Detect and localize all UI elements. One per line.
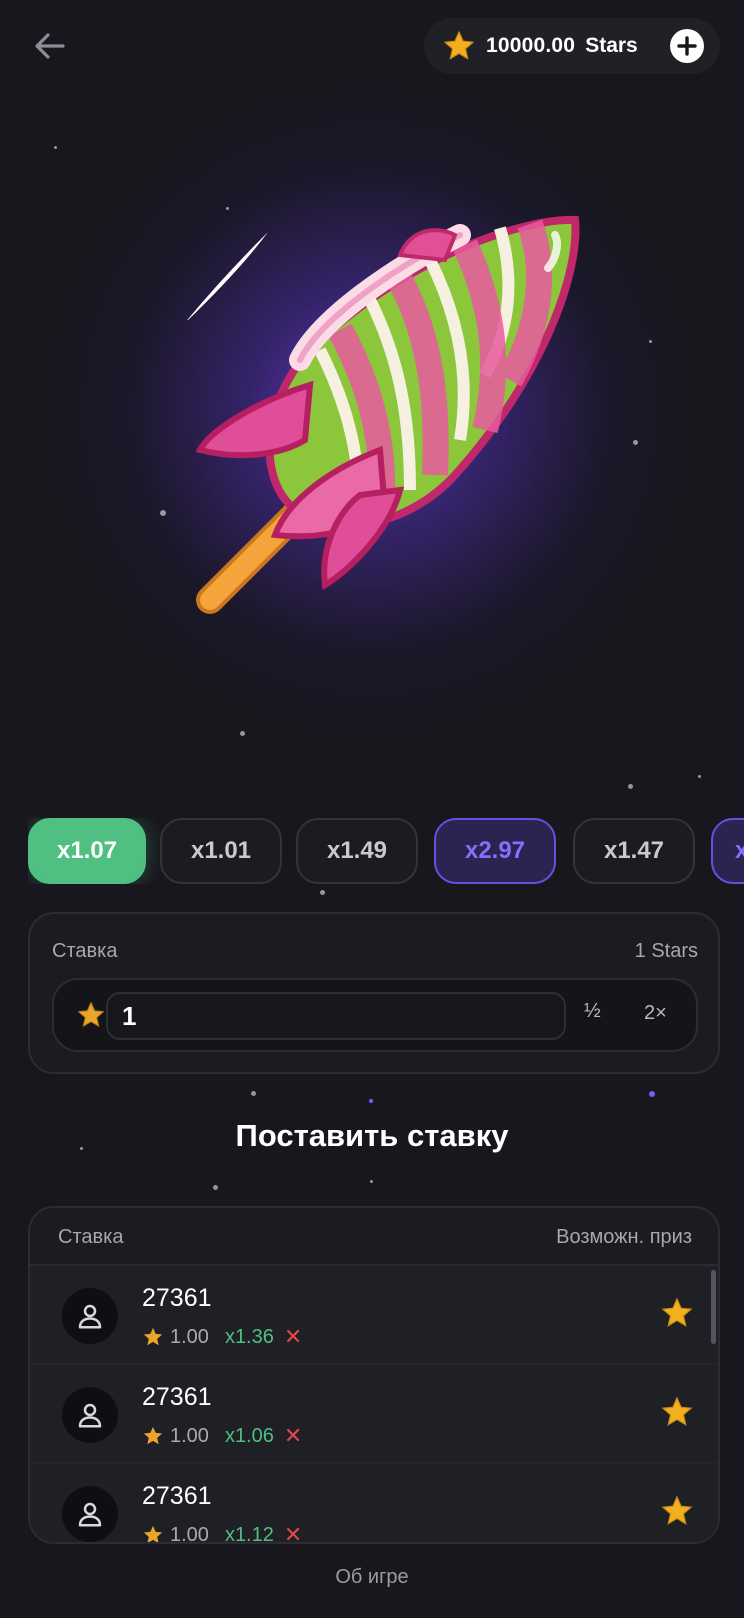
lost-icon: ✕: [283, 1423, 303, 1448]
star-icon: [143, 1327, 163, 1346]
multiplier-chip[interactable]: x2.97: [434, 818, 556, 884]
multiplier-chip[interactable]: x1.07: [28, 818, 146, 884]
plus-icon: [677, 36, 697, 56]
row-meta: 1.00 x1.12 ✕: [142, 1522, 303, 1544]
bets-table: Ставка Возможн. приз 27361 1.00 x1.36 ✕ …: [28, 1206, 720, 1544]
avatar: [62, 1486, 118, 1542]
background-star: [240, 731, 245, 736]
row-multiplier: x1.12: [224, 1523, 274, 1544]
row-user-id: 27361: [142, 1383, 212, 1411]
scrollbar[interactable]: [711, 1270, 716, 1344]
background-star: [649, 1091, 655, 1097]
row-user-id: 27361: [142, 1284, 212, 1312]
background-star: [54, 146, 57, 149]
avatar: [62, 1387, 118, 1443]
star-icon: [78, 1002, 104, 1027]
balance-pill: 10000.00 Stars: [424, 18, 720, 74]
rocket-illustration: [195, 215, 580, 614]
about-game-link[interactable]: Об игре: [0, 1566, 744, 1589]
double-bet-button[interactable]: 2×: [644, 1002, 667, 1025]
bet-panel: Ставка 1 Stars 1 ½ 2×: [28, 912, 720, 1074]
multiplier-chip[interactable]: x1.01: [160, 818, 282, 884]
background-star: [633, 440, 638, 445]
row-amount: 1.00: [170, 1424, 209, 1447]
row-amount: 1.00: [170, 1325, 209, 1348]
half-bet-button[interactable]: ½: [584, 1000, 601, 1023]
background-star: [320, 890, 325, 895]
star-icon: [661, 1297, 693, 1327]
back-button[interactable]: [30, 26, 70, 66]
background-star: [160, 510, 166, 516]
star-icon: [661, 1396, 693, 1426]
balance-amount: 10000.00: [486, 34, 576, 57]
background-star: [698, 775, 701, 778]
user-icon: [78, 1502, 102, 1527]
background-star: [628, 784, 633, 789]
multiplier-chip[interactable]: x1.49: [296, 818, 418, 884]
avatar: [62, 1288, 118, 1344]
column-bet: Ставка: [58, 1226, 124, 1248]
bets-table-header: Ставка Возможн. приз: [30, 1208, 718, 1266]
background-star: [369, 1099, 373, 1103]
arrow-left-icon: [35, 33, 65, 59]
balance-unit: Stars: [585, 34, 638, 57]
row-amount: 1.00: [170, 1523, 209, 1544]
background-star: [251, 1091, 256, 1096]
multiplier-chip[interactable]: x: [711, 818, 744, 884]
user-icon: [78, 1304, 102, 1329]
add-balance-button[interactable]: [670, 29, 704, 63]
background-star: [213, 1185, 218, 1190]
star-icon: [143, 1525, 163, 1542]
star-icon: [444, 31, 474, 60]
bet-label: Ставка: [52, 940, 118, 962]
multiplier-chip[interactable]: x1.47: [573, 818, 695, 884]
column-prize: Возможн. приз: [556, 1226, 692, 1248]
multiplier-history: x1.07 x1.01 x1.49 x2.97 x1.47 x: [28, 818, 744, 884]
user-icon: [78, 1403, 102, 1428]
background-star: [370, 1180, 373, 1183]
table-row: 27361 1.00 x1.36 ✕: [30, 1266, 718, 1365]
star-icon: [143, 1426, 163, 1445]
background-star: [649, 340, 652, 343]
lost-icon: ✕: [283, 1324, 303, 1349]
row-meta: 1.00 x1.06 ✕: [142, 1423, 302, 1449]
row-multiplier: x1.36: [224, 1325, 274, 1348]
lost-icon: ✕: [283, 1522, 303, 1544]
bet-input-group: 1 ½ 2×: [52, 978, 698, 1052]
star-icon: [661, 1495, 693, 1525]
row-user-id: 27361: [142, 1482, 212, 1510]
place-bet-button[interactable]: Поставить ставку: [0, 1118, 744, 1154]
row-multiplier: x1.06: [224, 1424, 274, 1447]
table-row: 27361 1.00 x1.06 ✕: [30, 1365, 718, 1464]
table-row: 27361 1.00 x1.12 ✕: [30, 1464, 718, 1544]
row-meta: 1.00 x1.36 ✕: [142, 1324, 302, 1350]
bet-stars-value: 1 Stars: [634, 940, 698, 962]
bet-amount-input[interactable]: 1: [106, 992, 566, 1040]
